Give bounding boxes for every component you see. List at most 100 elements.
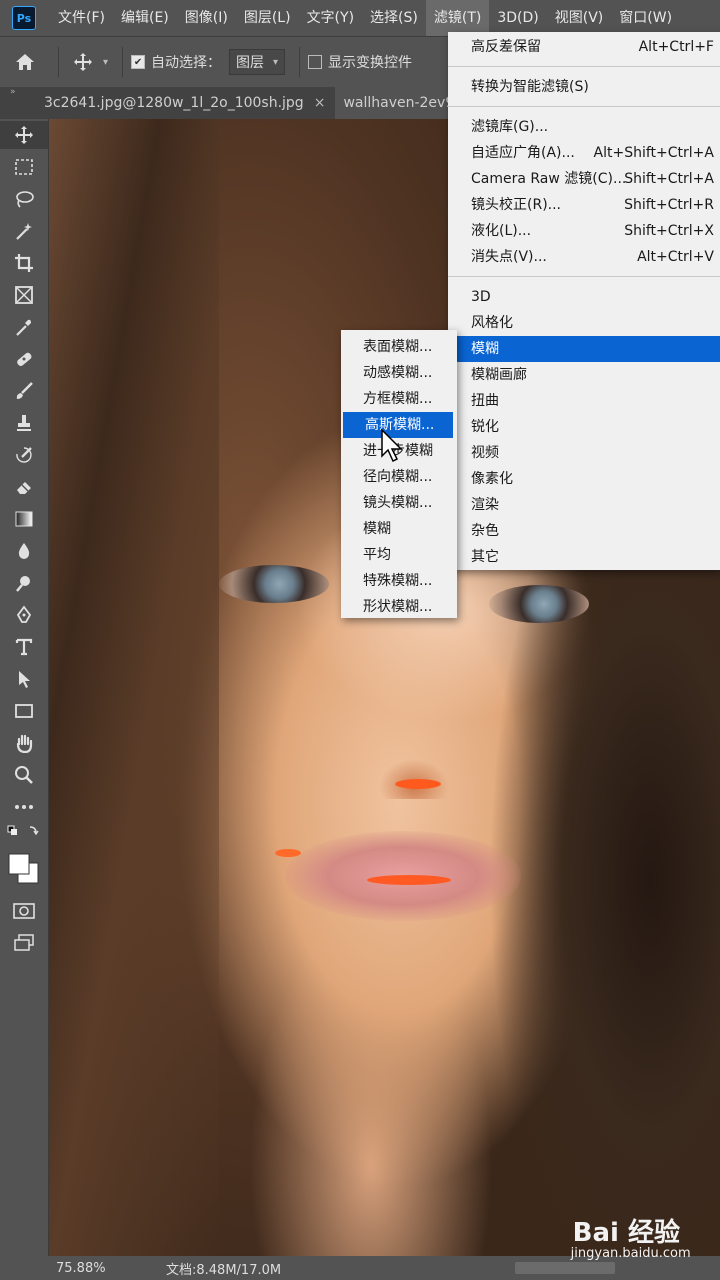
filter-menu-item[interactable]: 模糊画廊 — [448, 362, 720, 388]
zoom-level[interactable]: 75.88% — [0, 1261, 166, 1276]
menu-item[interactable]: 图层(L) — [236, 0, 299, 36]
menu-item-label: 其它 — [471, 549, 499, 565]
filter-menu-item[interactable]: 3D — [448, 284, 720, 310]
home-icon[interactable] — [0, 53, 50, 71]
blur-submenu-item[interactable]: 动感模糊... — [341, 360, 457, 386]
blur-submenu-item[interactable]: 表面模糊... — [341, 334, 457, 360]
foreground-background-color-icon[interactable] — [0, 847, 48, 891]
menu-bar: Ps 文件(F) 编辑(E) 图像(I) 图层(L) 文字(Y) 选择(S) 滤镜(T) 3D… — [0, 0, 720, 36]
filter-menu-item[interactable]: 模糊 — [448, 336, 720, 362]
filter-menu-item[interactable]: 视频 — [448, 440, 720, 466]
menu-item[interactable]: 视图(V) — [547, 0, 612, 36]
photo-lip-corner-highlight — [275, 849, 301, 857]
close-icon[interactable]: × — [314, 95, 326, 111]
photo-lip-highlight — [367, 875, 451, 885]
menu-item[interactable]: 编辑(E) — [113, 0, 177, 36]
move-tool-icon[interactable] — [0, 121, 48, 149]
blur-submenu-item[interactable]: 模糊 — [341, 516, 457, 542]
menu-item-label: 镜头校正(R)... — [471, 197, 562, 213]
dodge-tool-icon[interactable] — [0, 569, 48, 597]
default-colors-icon[interactable] — [0, 821, 48, 841]
menu-item-shortcut: Alt+Ctrl+F — [638, 39, 714, 55]
divider — [122, 47, 124, 77]
menu-item-label: 高反差保留 — [471, 39, 541, 55]
filter-menu-item[interactable]: 消失点(V)... Alt+Ctrl+V — [448, 244, 720, 270]
blur-submenu-item[interactable]: 特殊模糊... — [341, 568, 457, 594]
zoom-tool-icon[interactable] — [0, 761, 48, 789]
filter-menu-item[interactable]: Camera Raw 滤镜(C)... Shift+Ctrl+A — [448, 166, 720, 192]
marquee-tool-icon[interactable] — [0, 153, 48, 181]
menu-item-label: 像素化 — [471, 471, 513, 487]
filter-menu-item[interactable]: 高反差保留 Alt+Ctrl+F — [448, 34, 720, 60]
gradient-tool-icon[interactable] — [0, 505, 48, 533]
blur-tool-icon[interactable] — [0, 537, 48, 565]
crop-tool-icon[interactable] — [0, 249, 48, 277]
blur-submenu-item[interactable]: 镜头模糊... — [341, 490, 457, 516]
chevron-down-icon: ▾ — [273, 56, 279, 68]
tab-document-1[interactable]: 3c2641.jpg@1280w_1l_2o_100sh.jpg × — [44, 87, 335, 119]
frame-tool-icon[interactable] — [0, 281, 48, 309]
type-tool-icon[interactable] — [0, 633, 48, 661]
panel-collapse-button[interactable]: » — [0, 87, 48, 97]
filter-menu-item[interactable]: 滤镜库(G)... — [448, 114, 720, 140]
horizontal-scrollbar[interactable] — [515, 1262, 615, 1274]
filter-menu-item[interactable]: 扭曲 — [448, 388, 720, 414]
filter-menu-item[interactable]: 其它 — [448, 544, 720, 570]
blur-submenu-item[interactable]: 径向模糊... — [341, 464, 457, 490]
filter-menu-item[interactable]: 镜头校正(R)... Shift+Ctrl+R — [448, 192, 720, 218]
photo-nose-highlight — [395, 779, 441, 789]
menu-item-label: 3D — [471, 289, 491, 305]
hand-tool-icon[interactable] — [0, 729, 48, 757]
menu-item-label: Camera Raw 滤镜(C)... — [471, 171, 627, 187]
pen-tool-icon[interactable] — [0, 601, 48, 629]
menu-item-shortcut: Shift+Ctrl+X — [624, 223, 714, 239]
menu-item[interactable]: 滤镜(T) — [425, 0, 490, 36]
menu-separator — [448, 66, 720, 67]
rectangle-tool-icon[interactable] — [0, 697, 48, 725]
filter-menu-item[interactable]: 自适应广角(A)... Alt+Shift+Ctrl+A — [448, 140, 720, 166]
menu-item-label: 转换为智能滤镜(S) — [471, 79, 589, 95]
blur-submenu-item[interactable]: 平均 — [341, 542, 457, 568]
filter-menu-item[interactable]: 转换为智能滤镜(S) — [448, 74, 720, 100]
filter-menu-item[interactable]: 锐化 — [448, 414, 720, 440]
eyedropper-tool-icon[interactable] — [0, 313, 48, 341]
filter-menu-item[interactable]: 杂色 — [448, 518, 720, 544]
watermark-url: jingyan.baidu.com — [570, 1246, 691, 1261]
move-tool-options-icon[interactable]: ▾ — [67, 52, 114, 72]
menu-item[interactable]: 图像(I) — [177, 0, 236, 36]
menu-item-label: 模糊 — [471, 341, 499, 357]
menu-item[interactable]: 文字(Y) — [299, 0, 362, 36]
document-size: 文档:8.48M/17.0M — [166, 1262, 282, 1278]
history-brush-tool-icon[interactable] — [0, 441, 48, 469]
eraser-tool-icon[interactable] — [0, 473, 48, 501]
layer-dropdown[interactable]: 图层 ▾ — [229, 49, 286, 75]
divider — [58, 47, 59, 77]
menu-item[interactable]: 选择(S) — [362, 0, 426, 36]
screen-mode-icon[interactable] — [0, 929, 48, 957]
path-selection-tool-icon[interactable] — [0, 665, 48, 693]
menu-items: 文件(F) 编辑(E) 图像(I) 图层(L) 文字(Y) 选择(S) 滤镜(T) 3D(D)… — [50, 0, 680, 36]
healing-brush-tool-icon[interactable] — [0, 345, 48, 373]
menu-item[interactable]: 3D(D) — [489, 0, 546, 36]
show-transform-checkbox[interactable] — [308, 55, 323, 69]
blur-submenu-item[interactable]: 方框模糊... — [341, 386, 457, 412]
menu-item[interactable]: 文件(F) — [50, 0, 113, 36]
tools-panel — [0, 119, 49, 1256]
auto-select-checkbox[interactable]: ✔ — [131, 55, 146, 69]
filter-menu-item[interactable]: 风格化 — [448, 310, 720, 336]
more-tools-icon[interactable] — [0, 793, 48, 821]
menu-item-label: 滤镜库(G)... — [471, 119, 549, 135]
menu-item-shortcut: Shift+Ctrl+R — [624, 197, 714, 213]
blur-submenu-item[interactable]: 形状模糊... — [341, 594, 457, 620]
brush-tool-icon[interactable] — [0, 377, 48, 405]
clone-stamp-tool-icon[interactable] — [0, 409, 48, 437]
tab-document-2[interactable]: wallhaven-2ev9 — [335, 87, 465, 119]
filter-menu-item[interactable]: 像素化 — [448, 466, 720, 492]
filter-menu-item[interactable]: 渲染 — [448, 492, 720, 518]
magic-wand-tool-icon[interactable] — [0, 217, 48, 245]
lasso-tool-icon[interactable] — [0, 185, 48, 213]
menu-item[interactable]: 窗口(W) — [611, 0, 680, 36]
filter-menu-item[interactable]: 液化(L)... Shift+Ctrl+X — [448, 218, 720, 244]
quick-mask-icon[interactable] — [0, 897, 48, 925]
divider — [299, 47, 301, 77]
